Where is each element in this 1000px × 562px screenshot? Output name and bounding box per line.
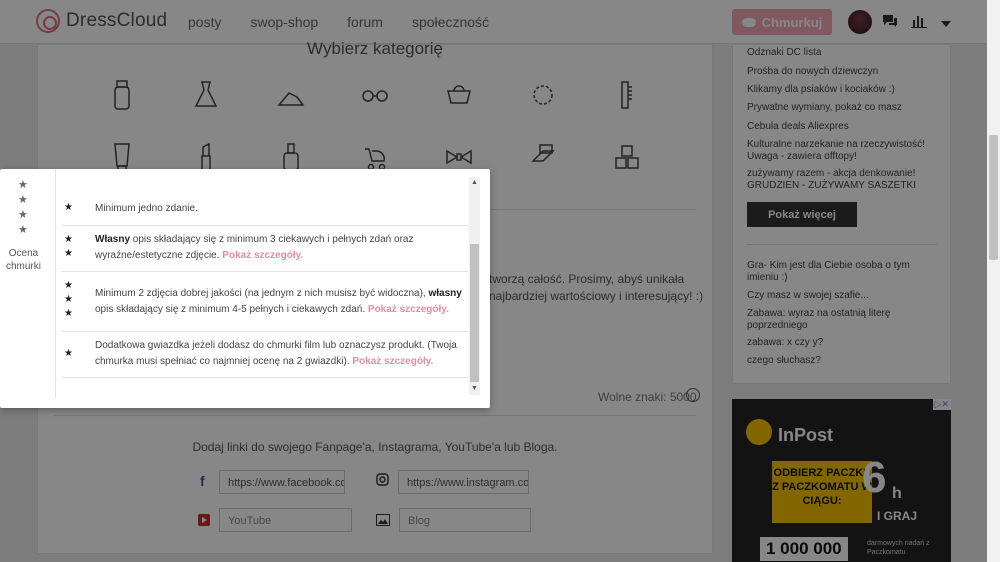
star-icon: ★ [18,194,28,206]
show-details-link[interactable]: Pokaż szczegóły. [368,304,449,315]
rating-row-text: Minimum 2 zdjęcia dobrej jakości (na jed… [95,286,465,318]
popup-scrollbar[interactable]: ▲ ▼ [469,177,480,395]
show-details-link[interactable]: Pokaż szczegóły. [222,250,303,261]
scroll-up-arrow-icon[interactable]: ▲ [469,177,480,189]
popup-scrollbar-thumb[interactable] [470,244,479,382]
bold-word: własny [428,288,462,299]
rating-row: ★ Minimum jedno zdanie. [62,193,468,226]
rating-row-text: Własny opis składający się z minimum 3 c… [95,232,465,264]
star-icon: ★ [64,348,73,359]
rating-row-text: Dodatkowa gwiazdka jeżeli dodasz do chmu… [95,338,465,370]
rating-row-text-a: Minimum 2 zdjęcia dobrej jakości (na jed… [95,288,429,299]
star-icon: ★ [64,280,73,291]
rating-row-text-b: opis składający się z minimum 4-5 pełnyc… [95,304,366,315]
star-icon: ★ [64,202,73,213]
star-icon: ★ [64,248,73,259]
rating-row: ★ Dodatkowa gwiazdka jeżeli dodasz do ch… [62,332,468,378]
star-icon: ★ [18,179,28,191]
bold-word: Własny [95,234,131,245]
rating-row: ★ ★ ★ Minimum 2 zdjęcia dobrej jakości (… [62,272,468,332]
show-details-link[interactable]: Pokaż szczegóły. [352,356,433,367]
page-scrollbar[interactable] [987,0,1000,562]
star-icon: ★ [18,224,28,236]
rating-row: ★ ★ Własny opis składający się z minimum… [62,226,468,272]
page-scrollbar-thumb[interactable] [989,135,998,260]
rating-label: Ocena chmurki [5,248,41,272]
rating-summary: ★ ★ ★ ★ Ocena chmurki [0,169,56,398]
star-icon: ★ [64,294,73,305]
star-icon: ★ [64,308,73,319]
star-icon: ★ [64,234,73,245]
star-icon: ★ [18,209,28,221]
rating-row-text: Minimum jedno zdanie. [95,203,198,214]
rating-popup: ★ ★ ★ ★ Ocena chmurki ★ Minimum jedno zd… [0,169,490,408]
scroll-down-arrow-icon[interactable]: ▼ [469,383,480,395]
